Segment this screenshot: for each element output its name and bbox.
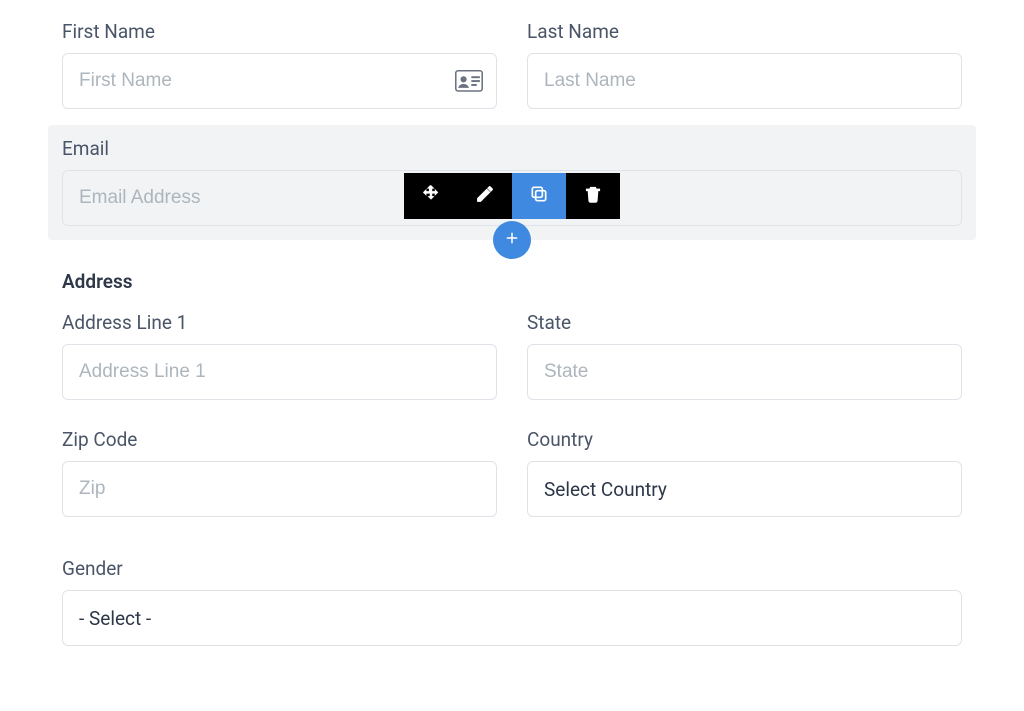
country-select[interactable]: Select Country xyxy=(527,461,962,517)
first-name-group: First Name xyxy=(62,20,497,109)
copy-icon xyxy=(529,184,549,209)
zip-label: Zip Code xyxy=(62,428,497,451)
last-name-label: Last Name xyxy=(527,20,962,43)
trash-icon xyxy=(583,184,603,209)
plus-icon xyxy=(503,229,521,252)
email-label: Email xyxy=(62,137,962,160)
country-selected-text: Select Country xyxy=(544,478,667,501)
add-field-button[interactable] xyxy=(493,221,531,259)
zip-group: Zip Code xyxy=(62,428,497,517)
zip-input[interactable] xyxy=(62,461,497,517)
pencil-icon xyxy=(475,184,495,209)
state-input[interactable] xyxy=(527,344,962,400)
delete-button[interactable] xyxy=(566,173,620,219)
country-group: Country Select Country xyxy=(527,428,962,517)
state-label: State xyxy=(527,311,962,334)
gender-group: Gender - Select - xyxy=(62,557,962,646)
last-name-input[interactable] xyxy=(527,53,962,109)
row-address-1: Address Line 1 State xyxy=(62,311,962,400)
address-section-title: Address xyxy=(62,270,962,293)
gender-selected-text: - Select - xyxy=(79,607,151,630)
address1-group: Address Line 1 xyxy=(62,311,497,400)
move-icon xyxy=(421,184,441,209)
first-name-input[interactable] xyxy=(62,53,497,109)
row-address-2: Zip Code Country Select Country xyxy=(62,428,962,517)
form-builder-page: First Name Last Name xyxy=(0,0,1024,711)
selected-field-block[interactable]: Email xyxy=(48,125,976,240)
edit-button[interactable] xyxy=(458,173,512,219)
last-name-group: Last Name xyxy=(527,20,962,109)
country-label: Country xyxy=(527,428,962,451)
state-group: State xyxy=(527,311,962,400)
row-name: First Name Last Name xyxy=(62,20,962,109)
move-button[interactable] xyxy=(404,173,458,219)
address1-label: Address Line 1 xyxy=(62,311,497,334)
address1-input[interactable] xyxy=(62,344,497,400)
first-name-wrap xyxy=(62,53,497,109)
first-name-label: First Name xyxy=(62,20,497,43)
id-card-icon xyxy=(455,70,483,92)
gender-label: Gender xyxy=(62,557,962,580)
copy-button[interactable] xyxy=(512,173,566,219)
gender-select[interactable]: - Select - xyxy=(62,590,962,646)
field-toolbar xyxy=(404,173,620,219)
